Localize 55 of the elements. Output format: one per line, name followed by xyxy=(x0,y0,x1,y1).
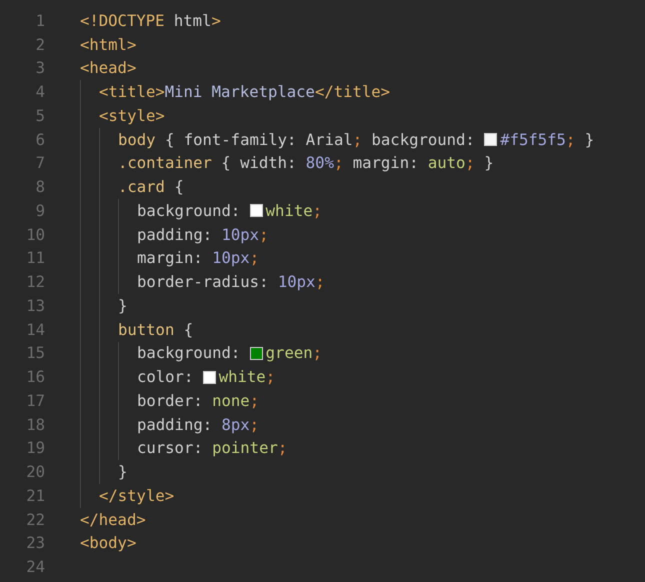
color-swatch[interactable] xyxy=(250,204,263,218)
code-text: button { xyxy=(118,320,194,339)
line-number: 8 xyxy=(34,178,45,196)
code-text: </head> xyxy=(80,510,146,529)
line-number: 11 xyxy=(25,249,45,268)
line-number: 7 xyxy=(34,154,45,172)
code-text: border-radius: 10px; xyxy=(137,273,325,292)
code-text: </style> xyxy=(99,486,174,505)
code-text: <head> xyxy=(80,59,136,78)
code-text: margin: 10px; xyxy=(137,249,260,268)
code-text: green; xyxy=(266,344,322,362)
code-text: .card { xyxy=(118,178,184,196)
line-number: 24 xyxy=(25,558,45,576)
line-number: 18 xyxy=(25,416,45,434)
code-text: background: xyxy=(137,344,242,362)
code-text: white; xyxy=(266,202,322,220)
line-number: 15 xyxy=(25,344,45,362)
line-number: 9 xyxy=(34,202,45,220)
code-text: .container { width: 80%; margin: auto; } xyxy=(118,154,494,172)
code-text: } xyxy=(118,463,128,482)
line-number: 3 xyxy=(34,59,45,78)
line-number: 23 xyxy=(25,534,45,552)
line-number: 12 xyxy=(25,273,45,292)
color-swatch[interactable] xyxy=(202,370,216,384)
code-text: <style> xyxy=(99,106,165,125)
color-swatch[interactable] xyxy=(484,133,498,146)
code-text: color: xyxy=(137,368,194,386)
line-number: 16 xyxy=(25,368,45,386)
code-text: padding: 10px; xyxy=(137,226,268,244)
code-text: cursor: pointer; xyxy=(137,439,288,458)
code-text: padding: 8px; xyxy=(137,416,260,434)
line-number: 10 xyxy=(25,226,45,244)
code-text: body { font-family: Arial; background: xyxy=(118,130,476,149)
code-text: <!DOCTYPE html> xyxy=(80,12,221,30)
code-text: <html> xyxy=(80,36,136,54)
line-number: 21 xyxy=(25,486,45,505)
code-text: border: none; xyxy=(137,392,260,410)
code-text: background: xyxy=(137,202,242,220)
code-text: } xyxy=(118,296,128,315)
code-text: #f5f5f5; } xyxy=(500,130,594,149)
code-text: <body> xyxy=(80,534,136,552)
line-number: 6 xyxy=(34,130,45,149)
line-number: 17 xyxy=(25,392,45,410)
line-number: 20 xyxy=(25,463,45,482)
line-number: 5 xyxy=(34,106,45,125)
code-text: white; xyxy=(218,368,276,386)
line-number: 1 xyxy=(34,12,45,30)
code-text: <title>Mini Marketplace</title> xyxy=(99,83,390,102)
color-swatch[interactable] xyxy=(250,346,263,360)
line-number: 4 xyxy=(34,83,45,102)
line-number: 13 xyxy=(25,296,45,315)
line-number: 19 xyxy=(25,439,45,458)
line-number: 22 xyxy=(25,510,45,529)
line-number: 2 xyxy=(34,36,45,54)
line-number: 14 xyxy=(25,320,45,339)
